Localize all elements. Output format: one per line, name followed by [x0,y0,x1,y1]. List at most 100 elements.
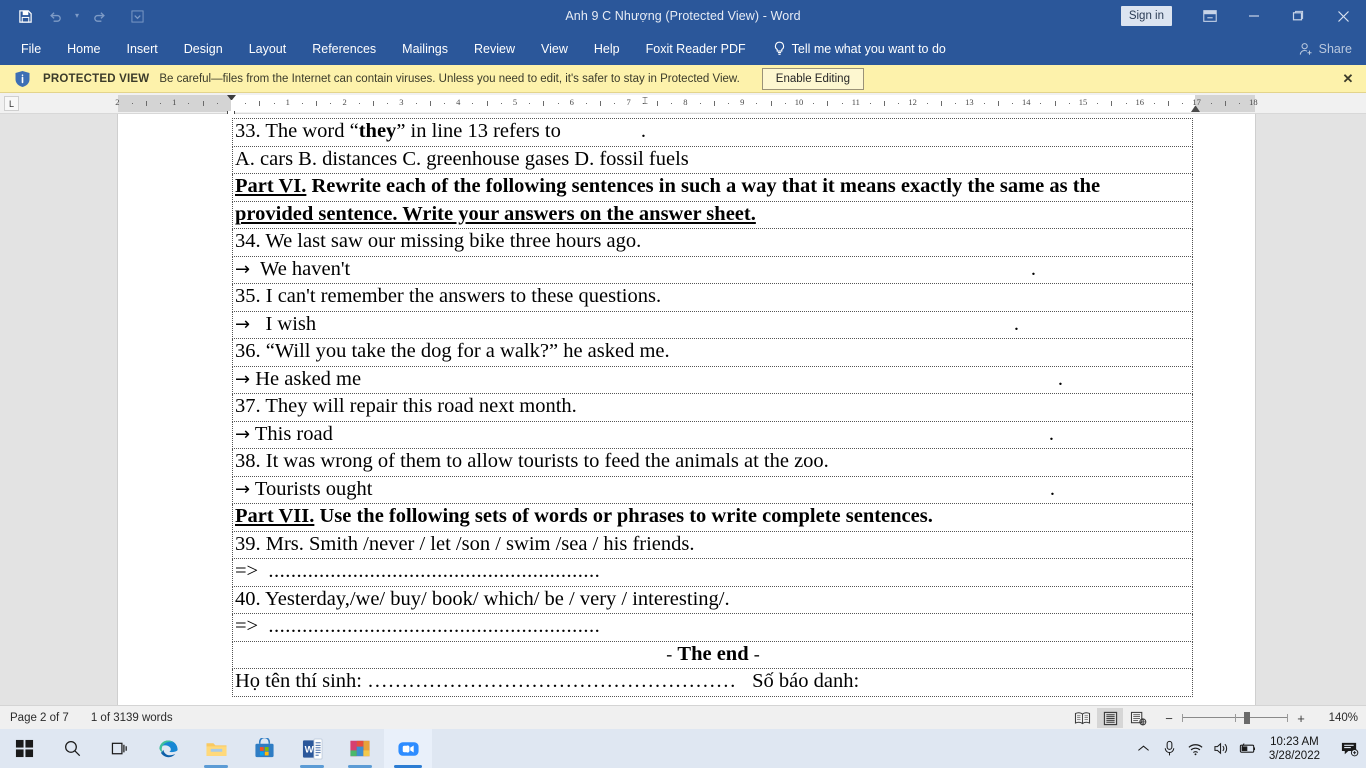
table-row[interactable]: => .....................................… [232,558,1193,587]
ruler-indent-markers[interactable] [227,95,236,116]
tab-file[interactable]: File [8,32,54,65]
edge-button[interactable] [144,729,192,768]
table-row[interactable]: 34. We last saw our missing bike three h… [232,228,1193,257]
question-39: 39. Mrs. Smith /never / let /son / swim … [232,530,1193,559]
word-button[interactable]: W [288,729,336,768]
close-icon[interactable] [1320,0,1366,32]
minimize-icon[interactable] [1232,0,1276,32]
microphone-icon[interactable] [1157,729,1183,768]
table-row[interactable]: 37. They will repair this road next mont… [232,393,1193,422]
zoom-app-button[interactable] [384,729,432,768]
ruler-label: 13 [965,97,974,107]
answer-34-dot: . [1030,257,1036,280]
folder-icon [205,738,228,759]
zoom-level[interactable]: 140% [1320,712,1358,724]
winrar-button[interactable] [336,729,384,768]
table-row[interactable]: 39. Mrs. Smith /never / let /son / swim … [232,530,1193,559]
table-row[interactable]: Part VII. Use the following sets of word… [232,503,1193,532]
tab-design[interactable]: Design [171,32,236,65]
answer-40-arrow: => [235,615,259,637]
word-count[interactable]: 1 of 3139 words [91,712,173,724]
notification-icon[interactable] [1332,729,1366,768]
tab-home[interactable]: Home [54,32,113,65]
table-row[interactable]: → This road . [232,420,1193,449]
zoom-out-button[interactable]: − [1163,711,1175,726]
tab-references[interactable]: References [299,32,389,65]
table-row[interactable]: → We haven't . [232,255,1193,284]
chevron-up-icon[interactable] [1131,729,1157,768]
restore-icon[interactable] [1276,0,1320,32]
tab-help[interactable]: Help [581,32,633,65]
ribbon-display-options-icon[interactable] [1188,0,1232,32]
zoom-slider-handle[interactable] [1244,712,1250,724]
tab-review[interactable]: Review [461,32,528,65]
web-layout-icon[interactable] [1125,708,1151,728]
share-button[interactable]: Share [1299,32,1352,65]
table-row[interactable]: → Tourists ought . [232,475,1193,504]
speaker-icon[interactable] [1209,729,1235,768]
zoom-in-button[interactable]: + [1295,711,1307,726]
table-row[interactable]: 38. It was wrong of them to allow touris… [232,448,1193,477]
search-button[interactable] [48,729,96,768]
battery-icon[interactable] [1235,729,1261,768]
close-icon[interactable]: ✕ [1340,71,1356,87]
table-row[interactable]: → I wish . [232,310,1193,339]
ruler-tick [827,101,829,106]
sign-in-button[interactable]: Sign in [1120,6,1172,26]
table-row[interactable]: 40. Yesterday,/we/ buy/ book/ which/ be … [232,585,1193,614]
table-row[interactable]: 35. I can't remember the answers to thes… [232,283,1193,312]
table-row[interactable]: 36. “Will you take the dog for a walk?” … [232,338,1193,367]
table-row[interactable]: Part VI. Rewrite each of the following s… [232,173,1193,202]
task-view-button[interactable] [96,729,144,768]
ruler-tick [1040,103,1042,104]
print-layout-icon[interactable] [1097,708,1123,728]
ruler-label: 2 [342,97,347,107]
table-row[interactable]: 33. The word “they” in line 13 refers to… [232,118,1193,147]
tab-view[interactable]: View [528,32,581,65]
clock[interactable]: 10:23 AM 3/28/2022 [1261,729,1332,768]
table-row[interactable]: → He asked me . [232,365,1193,394]
edge-icon [157,737,180,760]
window-controls: Sign in [1120,0,1366,32]
tab-mailings[interactable]: Mailings [389,32,461,65]
file-explorer-button[interactable] [192,729,240,768]
table-row[interactable]: A. cars B. distances C. greenhouse gases… [232,145,1193,174]
ruler-tick [926,103,928,104]
tab-insert[interactable]: Insert [114,32,171,65]
taskbar-items: W [0,729,432,768]
table-row[interactable]: - The end - [232,640,1193,669]
tab-stop-selector[interactable]: L [4,96,19,111]
wifi-icon[interactable] [1183,729,1209,768]
q33-prefix: 33. The word “ [235,120,359,142]
table-row[interactable]: Họ tên thí sinh: ……………………………………………… Số bá… [232,668,1193,697]
tab-foxit-reader-pdf[interactable]: Foxit Reader PDF [633,32,759,65]
document-workspace[interactable]: 33. The word “they” in line 13 refers to… [0,114,1366,705]
right-indent-marker[interactable] [1191,105,1200,112]
ruler-tick [884,101,886,106]
ruler-bar: L 2 1 1 2 3 4 5 6 7 8 9 10 11 12 13 14 15 16 17 18 ⌶ [0,93,1366,116]
table-row[interactable]: => .....................................… [232,613,1193,642]
ruler-tick [671,103,673,104]
q33-dot: . [640,120,646,142]
protected-view-bar: PROTECTED VIEW Be careful—files from the… [0,65,1366,93]
table-row[interactable]: provided sentence. Write your answers on… [232,200,1193,229]
question-36: 36. “Will you take the dog for a walk?” … [232,338,1193,367]
document-page[interactable]: 33. The word “they” in line 13 refers to… [118,114,1255,705]
ruler-tab-mark[interactable]: ⌶ [642,97,648,107]
start-button[interactable] [0,729,48,768]
ruler-tick [529,103,531,104]
ruler-label: 18 [1249,97,1258,107]
ruler-tick [600,101,602,106]
microsoft-store-button[interactable] [240,729,288,768]
page-indicator[interactable]: Page 2 of 7 [10,712,69,724]
first-line-indent-marker[interactable] [227,95,236,104]
zoom-slider[interactable] [1182,711,1288,725]
tell-me-label: Tell me what you want to do [791,41,946,56]
tab-layout[interactable]: Layout [236,32,300,65]
ruler-tick [1068,103,1070,104]
horizontal-ruler[interactable]: 2 1 1 2 3 4 5 6 7 8 9 10 11 12 13 14 15 16 17 18 ⌶ [115,95,1258,116]
read-mode-icon[interactable] [1069,708,1095,728]
part-7-heading: Part VII. Use the following sets of word… [232,503,1193,532]
enable-editing-button[interactable]: Enable Editing [761,67,864,90]
tell-me-search[interactable]: Tell me what you want to do [759,32,956,65]
